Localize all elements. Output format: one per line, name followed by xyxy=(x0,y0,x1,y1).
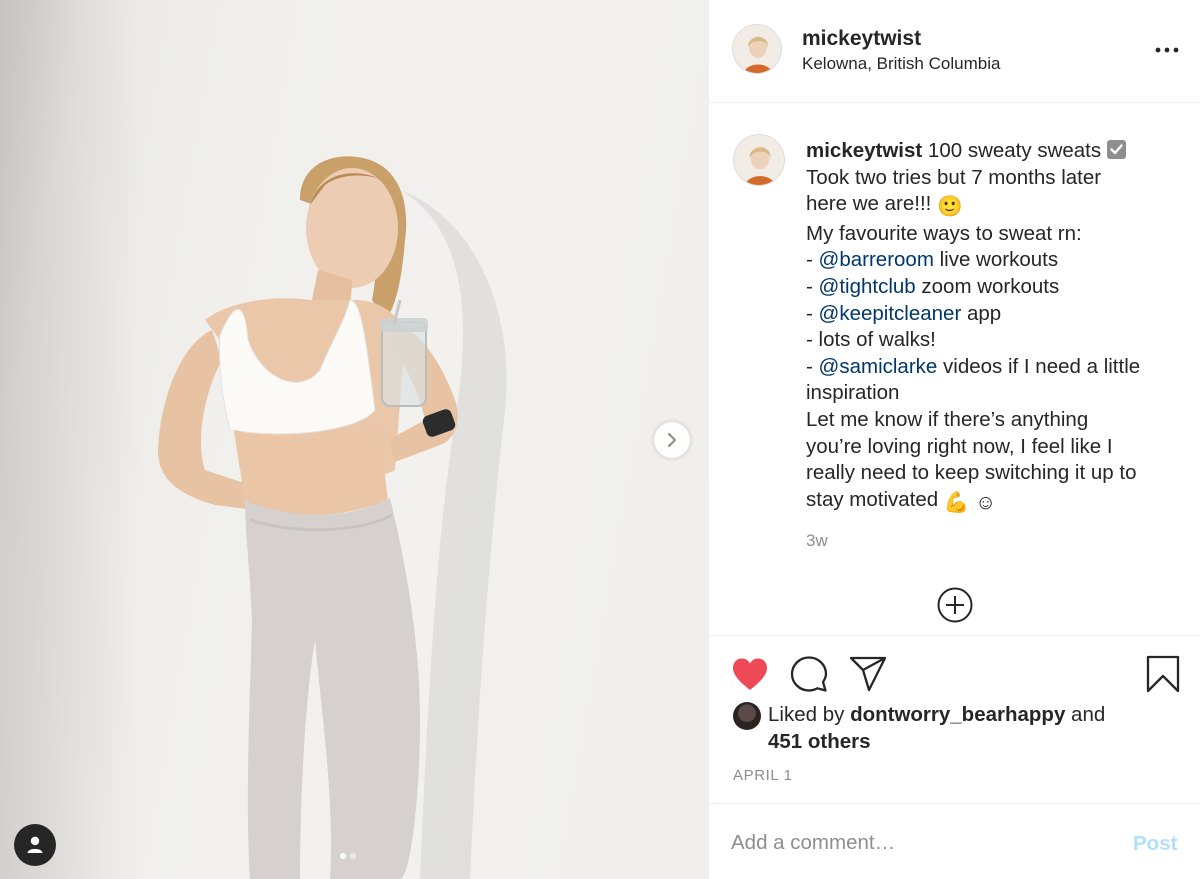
post-comment-button[interactable]: Post xyxy=(1133,832,1177,856)
direct-share-icon xyxy=(849,656,887,692)
mention-link[interactable]: @samiclarke xyxy=(819,355,938,378)
caption-line: Took two tries but 7 months later xyxy=(806,165,1102,189)
caption-text: - xyxy=(806,274,819,298)
caption-username[interactable]: mickeytwist xyxy=(806,139,922,162)
comment-icon xyxy=(790,656,828,692)
heart-icon xyxy=(733,658,767,690)
plus-circle-icon xyxy=(937,587,973,623)
comment-input[interactable] xyxy=(731,826,1111,860)
caption-line: - @keepitcleaner app xyxy=(806,301,1176,328)
mention-link[interactable]: @tightclub xyxy=(819,275,916,298)
post-location[interactable]: Kelowna, British Columbia xyxy=(802,54,1000,74)
caption-line: inspiration xyxy=(806,381,900,405)
tagged-users-button[interactable] xyxy=(14,824,56,866)
caption-timestamp[interactable]: 3w xyxy=(806,531,828,551)
caption-text: videos if I need a little xyxy=(937,354,1141,378)
caption-line: Let me know if there’s anything xyxy=(806,407,1089,431)
post-header: mickeytwist Kelowna, British Columbia xyxy=(709,0,1200,103)
likes-middle: and xyxy=(1065,703,1106,726)
caption-line: really need to keep switching it up to xyxy=(806,461,1137,485)
avatar-image xyxy=(733,25,781,73)
caption-text: 100 sweaty sweats xyxy=(922,139,1107,162)
more-options-button[interactable] xyxy=(1152,35,1182,65)
caption-line: stay motivated 💪 ☺ xyxy=(806,487,1176,517)
save-button[interactable] xyxy=(1143,654,1183,694)
author-username[interactable]: mickeytwist xyxy=(802,27,921,51)
likes-prefix: Liked by xyxy=(768,703,851,726)
comments-section: mickeytwist 100 sweaty sweats Took two t… xyxy=(709,104,1200,636)
caption-line: mickeytwist 100 sweaty sweats xyxy=(806,138,1176,165)
share-button[interactable] xyxy=(848,654,888,694)
carousel-dot-active xyxy=(340,853,346,859)
caption-text: stay motivated xyxy=(806,487,944,511)
caption-line: - @tightclub zoom workouts xyxy=(806,274,1176,301)
caption-line: - @barreroom live workouts xyxy=(806,247,1176,274)
likes-others-link[interactable]: 451 others xyxy=(768,730,871,753)
mention-link[interactable]: @keepitcleaner xyxy=(819,302,962,325)
mention-link[interactable]: @barreroom xyxy=(819,248,934,271)
caption-author-avatar[interactable] xyxy=(733,134,785,186)
post-side-panel: mickeytwist Kelowna, British Columbia mi… xyxy=(708,0,1200,879)
carousel-indicator xyxy=(340,853,356,859)
post-date[interactable]: APRIL 1 xyxy=(733,767,793,784)
post-photo[interactable] xyxy=(0,0,708,879)
checkbox-emoji-icon xyxy=(1106,140,1126,159)
caption-text: - xyxy=(806,301,819,325)
like-button[interactable] xyxy=(730,654,770,694)
likes-text: Liked by dontworry_bearhappy and 451 oth… xyxy=(768,702,1168,755)
user-icon xyxy=(27,836,43,853)
caption-text: zoom workouts xyxy=(915,274,1060,298)
caption-text: live workouts xyxy=(933,248,1059,272)
comment-button[interactable] xyxy=(789,654,829,694)
load-more-comments-button[interactable] xyxy=(936,586,974,624)
relaxed-emoji: ☺ xyxy=(975,490,997,514)
next-photo-button[interactable] xyxy=(654,422,690,458)
bookmark-icon xyxy=(1146,655,1180,693)
post-actions xyxy=(709,636,1200,706)
liker-username[interactable]: dontworry_bearhappy xyxy=(850,703,1065,726)
caption-text: - xyxy=(806,248,819,272)
caption-line: you’re loving right now, I feel like I xyxy=(806,434,1113,458)
caption-text: app xyxy=(961,301,1002,325)
caption-line: here we are!!! 🙂 xyxy=(806,191,1176,221)
caption-line: - lots of walks! xyxy=(806,328,936,352)
post-caption: mickeytwist 100 sweaty sweats Took two t… xyxy=(806,138,1176,516)
avatar-image xyxy=(734,135,784,185)
caption-text: here we are!!! xyxy=(806,192,938,216)
author-avatar[interactable] xyxy=(732,24,782,74)
smile-emoji: 🙂 xyxy=(937,195,963,219)
carousel-dot xyxy=(350,853,356,859)
liker-avatar[interactable] xyxy=(733,702,761,730)
photo-figure xyxy=(158,156,507,879)
add-comment-bar: Post xyxy=(709,803,1200,879)
muscle-emoji: 💪 xyxy=(943,490,970,514)
caption-line: My favourite ways to sweat rn: xyxy=(806,221,1082,245)
chevron-right-icon xyxy=(667,432,677,448)
caption-text: - xyxy=(806,354,819,378)
caption-line: - @samiclarke videos if I need a little xyxy=(806,354,1176,381)
more-options-icon xyxy=(1155,47,1179,53)
